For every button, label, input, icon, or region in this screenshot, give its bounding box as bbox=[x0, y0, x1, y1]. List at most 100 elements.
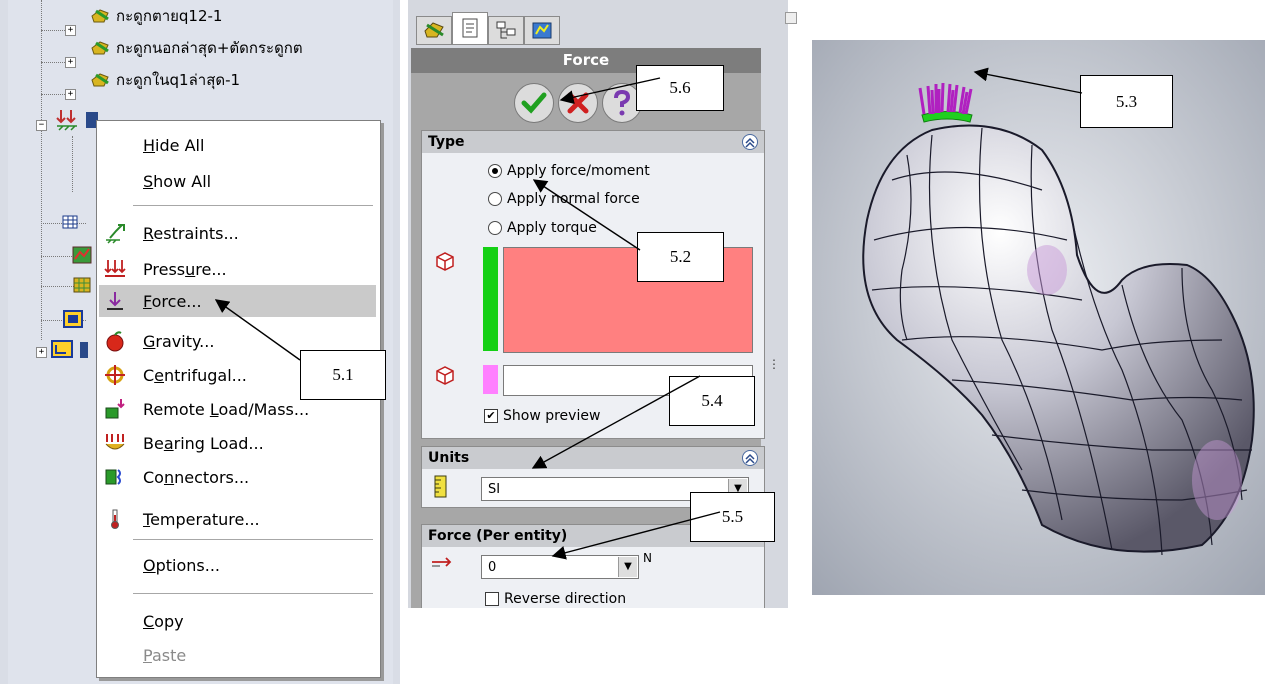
tree-item-label: กะดูกนอกล่าสุด+ตัดกระดูกต bbox=[116, 39, 303, 57]
ok-button[interactable] bbox=[514, 83, 554, 123]
collapse-icon[interactable] bbox=[742, 134, 758, 150]
menu-label: emperature... bbox=[150, 509, 260, 529]
menu-label: nectors... bbox=[174, 467, 250, 487]
radio-button[interactable] bbox=[488, 164, 502, 178]
menu-item-show-all[interactable]: Show All bbox=[99, 165, 376, 197]
radio-button[interactable] bbox=[488, 192, 502, 206]
radio-label: Apply normal force bbox=[507, 191, 640, 207]
collapse-icon[interactable] bbox=[742, 450, 758, 466]
part-icon bbox=[91, 41, 109, 55]
tab-configuration-manager[interactable] bbox=[488, 16, 524, 45]
show-preview-checkbox[interactable]: ✔ Show preview bbox=[484, 405, 600, 427]
feature-manager-icon bbox=[424, 22, 444, 38]
expand-toggle[interactable]: + bbox=[65, 25, 76, 36]
tree-line bbox=[41, 94, 65, 95]
folder-icon[interactable] bbox=[62, 308, 84, 330]
connectors-icon bbox=[105, 469, 121, 485]
menu-item-restraints[interactable]: Restraints... bbox=[99, 217, 376, 249]
chevron-down-icon[interactable]: ▼ bbox=[618, 557, 637, 577]
mnemonic: P bbox=[143, 645, 152, 665]
radio-button[interactable] bbox=[488, 221, 502, 235]
mesh-icon[interactable] bbox=[72, 274, 94, 296]
force-direction-icon bbox=[432, 557, 452, 567]
type-group-header[interactable]: Type bbox=[422, 131, 764, 153]
menu-label: Remote bbox=[143, 399, 210, 419]
window-edge-button[interactable] bbox=[785, 12, 797, 24]
mnemonic: G bbox=[143, 331, 156, 351]
menu-label: Co bbox=[143, 467, 164, 487]
force-value: 0 bbox=[488, 560, 497, 575]
tree-item-part[interactable]: กะดูกนอกล่าสุด+ตัดกระดูกต bbox=[90, 38, 303, 58]
callout-5-3: 5.3 bbox=[1080, 75, 1173, 128]
menu-item-hide-all[interactable]: Hide All bbox=[99, 129, 376, 161]
menu-label: estraints... bbox=[153, 223, 239, 243]
menu-item-force[interactable]: Force... bbox=[99, 285, 376, 317]
radio-apply-normal-force[interactable]: Apply normal force bbox=[488, 188, 640, 210]
group-title: Force (Per entity) bbox=[428, 528, 568, 544]
group-title: Type bbox=[428, 134, 465, 150]
remote-load-icon bbox=[105, 399, 125, 419]
external-loads-icon[interactable] bbox=[55, 108, 81, 134]
tab-property-manager[interactable] bbox=[452, 12, 488, 45]
mnemonic: R bbox=[143, 223, 154, 243]
centrifugal-icon bbox=[105, 365, 125, 385]
checkbox[interactable] bbox=[485, 592, 499, 606]
menu-label: ravity... bbox=[155, 331, 215, 351]
units-ruler-icon bbox=[434, 475, 447, 498]
report-folder-icon[interactable] bbox=[50, 338, 74, 360]
menu-label: re... bbox=[195, 259, 227, 279]
mnemonic: F bbox=[143, 291, 152, 311]
radio-apply-force-moment[interactable]: Apply force/moment bbox=[488, 160, 650, 182]
expand-toggle[interactable]: + bbox=[36, 347, 47, 358]
tree-item-part[interactable]: กะดูกตายq12-1 bbox=[90, 6, 222, 26]
menu-separator bbox=[133, 205, 373, 206]
menu-item-options[interactable]: Options... bbox=[99, 549, 376, 581]
cancel-button[interactable] bbox=[558, 83, 598, 123]
checkbox-label: Show preview bbox=[503, 408, 601, 424]
menu-label: orce... bbox=[151, 291, 202, 311]
callout-5-2: 5.2 bbox=[637, 232, 724, 282]
tab-simulation-manager[interactable] bbox=[524, 16, 560, 45]
model-viewport[interactable] bbox=[812, 40, 1265, 595]
mnemonic: a bbox=[163, 433, 174, 453]
units-group-header[interactable]: Units bbox=[422, 447, 764, 469]
menu-item-copy[interactable]: Copy bbox=[99, 605, 376, 637]
menu-label: opy bbox=[154, 611, 184, 631]
panel-splitter[interactable]: ⋮ bbox=[768, 358, 780, 390]
surface-tint bbox=[1027, 245, 1067, 295]
menu-item-pressure[interactable]: Pressure... bbox=[99, 253, 376, 285]
force-value-combo[interactable]: 0 ▼ bbox=[481, 555, 639, 579]
menu-item-bearing-load[interactable]: Bearing Load... bbox=[99, 427, 376, 459]
menu-item-connectors[interactable]: Connectors... bbox=[99, 461, 376, 493]
expand-toggle[interactable]: + bbox=[65, 57, 76, 68]
checkbox[interactable]: ✔ bbox=[484, 409, 498, 423]
collapse-toggle[interactable]: − bbox=[36, 120, 47, 131]
mnemonic: u bbox=[185, 259, 196, 279]
tab-feature-manager[interactable] bbox=[416, 16, 452, 45]
direction-color-indicator bbox=[483, 365, 498, 394]
tree-line bbox=[41, 0, 42, 340]
group-title: Units bbox=[428, 450, 470, 466]
menu-label: C bbox=[143, 365, 155, 385]
configuration-manager-icon bbox=[496, 21, 516, 39]
dropdown-value: SI bbox=[488, 482, 501, 497]
checkmark-icon bbox=[521, 92, 547, 114]
double-chevron-up-icon bbox=[745, 453, 755, 464]
part-icon bbox=[91, 73, 109, 87]
menu-label: ntrifugal... bbox=[164, 365, 247, 385]
mnemonic: S bbox=[143, 171, 154, 191]
bearing-load-icon bbox=[105, 434, 125, 450]
menu-item-temperature[interactable]: Temperature... bbox=[99, 503, 376, 535]
expand-toggle[interactable]: + bbox=[65, 89, 76, 100]
result-plot-icon[interactable] bbox=[72, 244, 94, 266]
tree-item-part[interactable]: กะดูกในq1ล่าสุด-1 bbox=[90, 70, 240, 90]
mnemonic: O bbox=[143, 555, 156, 575]
force-unit-label: N bbox=[643, 551, 652, 565]
reverse-direction-checkbox[interactable]: Reverse direction bbox=[485, 588, 626, 608]
radio-apply-torque[interactable]: Apply torque bbox=[488, 217, 597, 239]
table-icon[interactable] bbox=[62, 214, 78, 230]
selection-color-indicator bbox=[483, 247, 498, 351]
tree-label-fragment bbox=[80, 342, 88, 358]
callout-5-6: 5.6 bbox=[636, 65, 724, 111]
pressure-icon bbox=[104, 260, 126, 277]
